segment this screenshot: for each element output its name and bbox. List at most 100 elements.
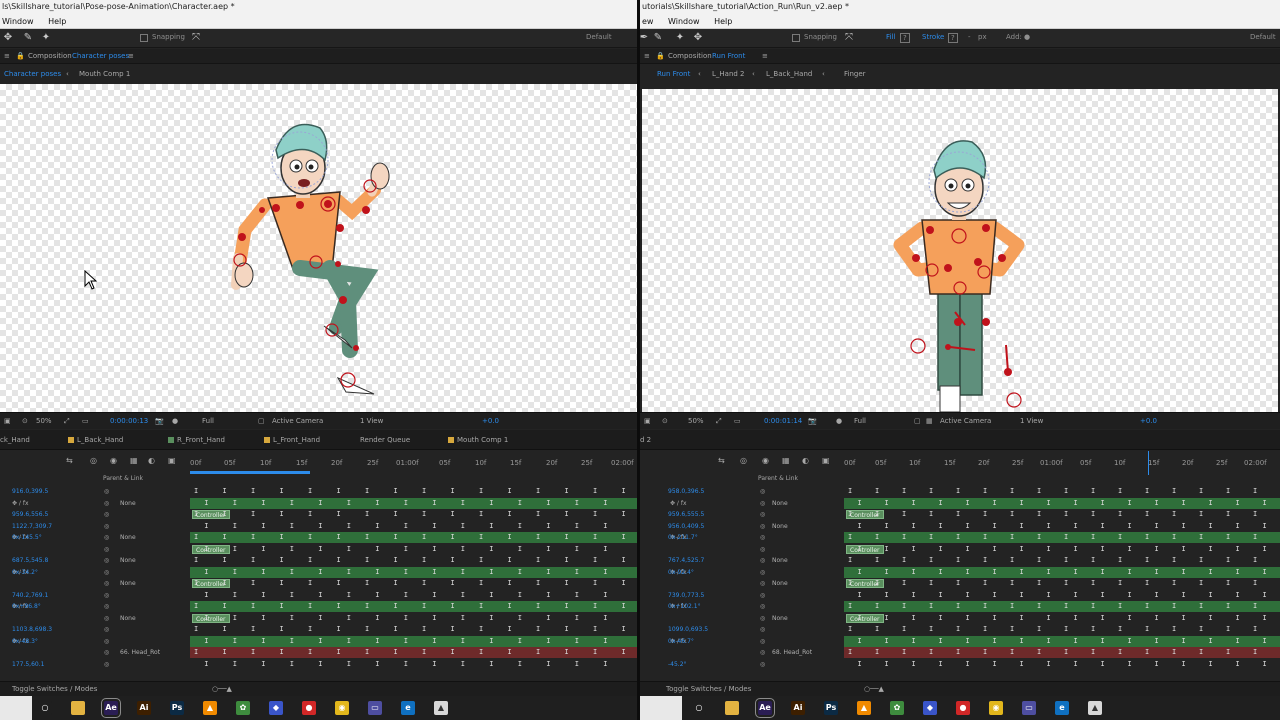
- keyframe-marker[interactable]: I: [1155, 637, 1159, 645]
- keyframe-marker[interactable]: I: [394, 626, 398, 633]
- layer-row[interactable]: -45.2° ◎: [640, 659, 844, 670]
- keyframe-marker[interactable]: I: [280, 488, 284, 495]
- keyframe-marker[interactable]: I: [1064, 488, 1068, 495]
- layer-property-value[interactable]: 958.0,396.5: [668, 486, 704, 497]
- pickwhip-icon[interactable]: ◎: [760, 624, 765, 635]
- vlc-icon[interactable]: ▲: [203, 701, 217, 715]
- layer-property-value[interactable]: 956.0,409.5: [668, 521, 704, 532]
- keyframe-marker[interactable]: I: [875, 488, 879, 495]
- keyframe-marker[interactable]: I: [223, 534, 227, 541]
- layer-property-value[interactable]: 177.5,60.1: [12, 659, 44, 670]
- keyframe-marker[interactable]: I: [848, 557, 852, 564]
- keyframe-marker[interactable]: I: [508, 488, 512, 495]
- work-area-bar[interactable]: [190, 471, 310, 474]
- keyframe-marker[interactable]: I: [603, 591, 607, 599]
- keyframe-marker[interactable]: I: [939, 522, 943, 530]
- keyframe-marker[interactable]: I: [518, 499, 522, 507]
- keyframe-marker[interactable]: I: [1118, 649, 1122, 656]
- pickwhip-icon[interactable]: ◎: [104, 578, 109, 589]
- keyframe-marker[interactable]: I: [1209, 660, 1213, 668]
- keyframe-marker[interactable]: I: [233, 522, 237, 530]
- start-button[interactable]: [0, 696, 32, 720]
- keyframe-marker[interactable]: I: [451, 649, 455, 656]
- keyframe-marker[interactable]: I: [308, 580, 312, 587]
- fill-swatch[interactable]: ?: [900, 33, 910, 43]
- keyframe-marker[interactable]: I: [308, 534, 312, 541]
- keyframe-marker[interactable]: I: [603, 614, 607, 622]
- keyframe-marker[interactable]: I: [1020, 522, 1024, 530]
- layer-row[interactable]: 1099.0,693.5 ◎: [640, 624, 844, 635]
- keyframe-marker[interactable]: I: [1091, 626, 1095, 633]
- keyframe-marker[interactable]: I: [489, 522, 493, 530]
- layer-row[interactable]: 958.0,396.5 ◎: [640, 486, 844, 497]
- keyframe-marker[interactable]: I: [508, 626, 512, 633]
- keyframe-marker[interactable]: I: [261, 568, 265, 576]
- keyframe-marker[interactable]: I: [347, 637, 351, 645]
- keyframe-marker[interactable]: I: [1226, 603, 1230, 610]
- layer-track[interactable]: IIIIIIIIIIIIIIII: [844, 486, 1280, 497]
- keyframe-marker[interactable]: I: [1064, 603, 1068, 610]
- keyframe-marker[interactable]: I: [375, 522, 379, 530]
- keyframe-marker[interactable]: I: [1101, 522, 1105, 530]
- pickwhip-icon[interactable]: ◎: [760, 601, 765, 612]
- keyframe-marker[interactable]: I: [261, 637, 265, 645]
- safe-area-icon[interactable]: ▭: [82, 413, 89, 430]
- layer-track[interactable]: IIIIIIIIIIIIIIII: [844, 566, 1280, 578]
- pin-tool-icon[interactable]: ✥: [692, 32, 704, 44]
- motion-blur-icon[interactable]: ◐: [148, 456, 155, 465]
- keyframe-marker[interactable]: I: [885, 522, 889, 530]
- current-time[interactable]: 0:00:01:14: [764, 413, 802, 430]
- layer-track[interactable]: IIIIIIIIIIIIIII: [190, 566, 637, 578]
- keyframe-marker[interactable]: I: [1064, 557, 1068, 564]
- keyframe-marker[interactable]: I: [1047, 637, 1051, 645]
- add-label[interactable]: Add:: [1006, 33, 1022, 41]
- keyframe-marker[interactable]: I: [983, 649, 987, 656]
- keyframe-marker[interactable]: I: [1020, 591, 1024, 599]
- keyframe-marker[interactable]: I: [622, 534, 626, 541]
- always-preview-icon[interactable]: ▣: [644, 413, 651, 430]
- keyframe-marker[interactable]: I: [489, 591, 493, 599]
- tab-hand-2[interactable]: d 2: [640, 430, 651, 450]
- snapshot-icon[interactable]: 📷: [808, 413, 817, 430]
- keyframe-marker[interactable]: I: [1145, 580, 1149, 587]
- keyframe-marker[interactable]: I: [479, 649, 483, 656]
- keyframe-marker[interactable]: I: [1263, 568, 1267, 576]
- unity-icon[interactable]: ◆: [269, 701, 283, 715]
- motion-blur-icon[interactable]: ◐: [802, 456, 809, 465]
- layer-track[interactable]: IIIIIIIIIIIIIIII: [844, 659, 1280, 670]
- keyframe-marker[interactable]: I: [1236, 660, 1240, 668]
- keyframe-marker[interactable]: I: [461, 614, 465, 622]
- layer-track[interactable]: IIIIIIIIIIIIIIII: [844, 635, 1280, 647]
- keyframe-marker[interactable]: I: [204, 637, 208, 645]
- keyframe-marker[interactable]: I: [1037, 557, 1041, 564]
- menu-icon[interactable]: ≡: [4, 49, 10, 64]
- keyframe-marker[interactable]: I: [251, 557, 255, 564]
- keyframe-marker[interactable]: I: [1074, 522, 1078, 530]
- keyframe-marker[interactable]: I: [489, 499, 493, 507]
- keyframe-marker[interactable]: I: [1226, 580, 1230, 587]
- keyframe-marker[interactable]: I: [1199, 557, 1203, 564]
- keyframe-marker[interactable]: I: [404, 591, 408, 599]
- keyframe-marker[interactable]: I: [983, 534, 987, 541]
- keyframe-marker[interactable]: I: [912, 591, 916, 599]
- keyframe-marker[interactable]: I: [1253, 488, 1257, 495]
- keyframe-marker[interactable]: I: [337, 534, 341, 541]
- photos-icon[interactable]: ▲: [434, 701, 448, 715]
- keyframe-marker[interactable]: I: [308, 557, 312, 564]
- keyframe-marker[interactable]: I: [1074, 660, 1078, 668]
- keyframe-marker[interactable]: I: [1209, 568, 1213, 576]
- zoom-slider[interactable]: ○──▲: [864, 682, 884, 696]
- graph-editor-icon[interactable]: ▣: [168, 456, 176, 465]
- keyframe-marker[interactable]: I: [1199, 626, 1203, 633]
- keyframe-marker[interactable]: I: [966, 660, 970, 668]
- parent-select[interactable]: None: [120, 532, 136, 543]
- keyframe-marker[interactable]: I: [261, 660, 265, 668]
- graph-editor-icon[interactable]: ▣: [822, 456, 830, 465]
- safe-area-icon[interactable]: ▭: [734, 413, 741, 430]
- tab-mouth-comp[interactable]: Mouth Comp 1: [448, 430, 508, 450]
- keyframe-marker[interactable]: I: [902, 626, 906, 633]
- keyframe-marker[interactable]: I: [603, 545, 607, 553]
- keyframe-marker[interactable]: I: [993, 614, 997, 622]
- pickwhip-icon[interactable]: ◎: [104, 509, 109, 520]
- keyframe-marker[interactable]: I: [575, 660, 579, 668]
